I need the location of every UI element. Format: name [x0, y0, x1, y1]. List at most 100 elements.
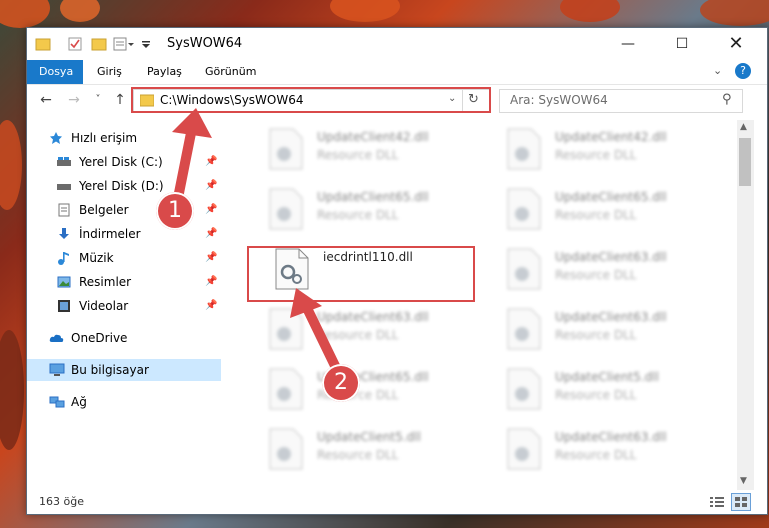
sidebar-item-label: Videolar — [79, 299, 129, 313]
file-type: Resource DLL — [555, 208, 637, 222]
file-type: Resource DLL — [317, 148, 399, 162]
close-button[interactable]: ✕ — [713, 28, 759, 60]
file-type: Resource DLL — [555, 328, 637, 342]
file-list: UpdateClient42.dll Resource DLL UpdateCl… — [247, 120, 737, 490]
expand-ribbon-icon[interactable]: ⌄ — [713, 64, 722, 77]
scroll-up-icon[interactable]: ▲ — [740, 122, 747, 132]
up-arrow-icon[interactable]: ↑ — [111, 91, 129, 109]
dll-file-icon — [507, 308, 541, 350]
sidebar-item-videos[interactable]: Videolar 📌 — [27, 295, 221, 317]
dll-file-icon — [507, 188, 541, 230]
file-item[interactable]: UpdateClient63.dll Resource DLL — [269, 304, 499, 356]
item-count: 163 öğe — [39, 495, 84, 508]
sidebar-item-quick-access[interactable]: Hızlı erişim — [27, 127, 221, 149]
navigation-pane: Hızlı erişim Yerel Disk (C:) 📌 Yerel Dis… — [27, 123, 221, 483]
sidebar-item-label: Bu bilgisayar — [71, 363, 149, 377]
music-icon — [57, 251, 71, 265]
file-highlight-box — [247, 246, 475, 302]
file-type: Resource DLL — [555, 388, 637, 402]
minimize-button[interactable]: — — [605, 28, 651, 60]
sidebar-item-label: Ağ — [71, 395, 87, 409]
file-item[interactable]: UpdateClient63.dll Resource DLL — [507, 304, 737, 356]
file-name: UpdateClient63.dll — [555, 430, 667, 444]
dll-file-icon — [507, 248, 541, 290]
file-item[interactable]: UpdateClient5.dll Resource DLL — [269, 424, 499, 476]
sidebar-item-onedrive[interactable]: OneDrive — [27, 327, 221, 349]
sidebar-item-local-disk-c[interactable]: Yerel Disk (C:) 📌 — [27, 151, 221, 173]
ribbon-tabs: Dosya Giriş Paylaş Görünüm ⌄ ? — [27, 60, 767, 85]
dll-file-icon — [507, 368, 541, 410]
file-name: UpdateClient42.dll — [317, 130, 429, 144]
sidebar-item-label: OneDrive — [71, 331, 128, 345]
sidebar-item-network[interactable]: Ağ — [27, 391, 221, 413]
explorer-window: SysWOW64 — ☐ ✕ Dosya Giriş Paylaş Görünü… — [26, 27, 768, 515]
videos-icon — [57, 299, 71, 313]
search-box[interactable]: Ara: SysWOW64 ⚲ — [499, 89, 743, 113]
folder-icon — [35, 36, 51, 52]
pictures-icon — [57, 275, 71, 289]
vertical-scrollbar[interactable]: ▲ ▼ — [737, 120, 754, 490]
file-type: Resource DLL — [555, 268, 637, 282]
sidebar-item-label: Hızlı erişim — [71, 131, 138, 145]
maximize-button[interactable]: ☐ — [659, 28, 705, 60]
file-name: UpdateClient65.dll — [555, 190, 667, 204]
details-view-icon[interactable] — [709, 495, 725, 509]
dll-file-icon — [507, 128, 541, 170]
file-item[interactable]: UpdateClient42.dll Resource DLL — [507, 124, 737, 176]
pin-icon: 📌 — [205, 156, 218, 167]
scrollbar-thumb[interactable] — [739, 138, 751, 186]
sidebar-item-label: İndirmeler — [79, 227, 141, 241]
tab-home[interactable]: Giriş — [85, 60, 134, 84]
sidebar-item-this-pc[interactable]: Bu bilgisayar — [27, 359, 221, 381]
cloud-icon — [49, 331, 64, 345]
quick-access-dropdown-icon[interactable] — [141, 36, 151, 52]
file-item[interactable]: UpdateClient63.dll Resource DLL — [507, 244, 737, 296]
tab-view[interactable]: Görünüm — [193, 60, 268, 84]
pin-icon: 📌 — [205, 252, 218, 263]
download-icon — [57, 227, 71, 241]
search-input[interactable]: Ara: SysWOW64 — [510, 93, 608, 107]
dll-file-icon — [269, 128, 303, 170]
file-name: UpdateClient63.dll — [555, 250, 667, 264]
scroll-down-icon[interactable]: ▼ — [740, 476, 747, 486]
file-item[interactable]: UpdateClient42.dll Resource DLL — [269, 124, 499, 176]
back-arrow-icon[interactable]: ← — [37, 91, 55, 109]
file-item[interactable]: UpdateClient63.dll Resource DLL — [507, 424, 737, 476]
address-highlight-box — [131, 87, 491, 113]
customize-quick-access-icon[interactable] — [113, 36, 137, 52]
tab-share[interactable]: Paylaş — [135, 60, 194, 84]
background-leaf — [330, 0, 400, 22]
sidebar-item-downloads[interactable]: İndirmeler 📌 — [27, 223, 221, 245]
sidebar-item-local-disk-d[interactable]: Yerel Disk (D:) 📌 — [27, 175, 221, 197]
window-title: SysWOW64 — [167, 36, 243, 51]
file-item[interactable]: UpdateClient65.dll Resource DLL — [507, 184, 737, 236]
network-icon — [49, 395, 65, 409]
recent-locations-icon[interactable]: ˅ — [89, 91, 107, 109]
help-icon[interactable]: ? — [735, 63, 751, 79]
forward-arrow-icon[interactable]: → — [65, 91, 83, 109]
file-name: UpdateClient63.dll — [317, 310, 429, 324]
sidebar-item-label: Belgeler — [79, 203, 129, 217]
file-item[interactable]: UpdateClient65.dll Resource DLL — [269, 184, 499, 236]
dll-file-icon — [269, 368, 303, 410]
tab-file[interactable]: Dosya — [27, 60, 83, 84]
dll-file-icon — [507, 428, 541, 470]
pin-icon: 📌 — [205, 300, 218, 311]
documents-icon — [57, 203, 71, 217]
file-name: UpdateClient5.dll — [555, 370, 659, 384]
sidebar-item-music[interactable]: Müzik 📌 — [27, 247, 221, 269]
background-leaf — [560, 0, 620, 22]
new-folder-icon[interactable] — [91, 36, 107, 52]
large-icons-view-icon[interactable] — [731, 493, 751, 511]
pin-icon: 📌 — [205, 228, 218, 239]
step-badge-2: 2 — [322, 364, 360, 402]
background-leaf — [0, 330, 24, 450]
file-item[interactable]: UpdateClient65.dll Resource DLL — [269, 364, 499, 416]
background-leaf — [60, 0, 100, 22]
sidebar-item-pictures[interactable]: Resimler 📌 — [27, 271, 221, 293]
file-item[interactable]: UpdateClient5.dll Resource DLL — [507, 364, 737, 416]
properties-icon[interactable] — [67, 36, 83, 52]
background-leaf — [0, 120, 22, 210]
file-name: UpdateClient63.dll — [555, 310, 667, 324]
search-icon[interactable]: ⚲ — [722, 92, 732, 107]
